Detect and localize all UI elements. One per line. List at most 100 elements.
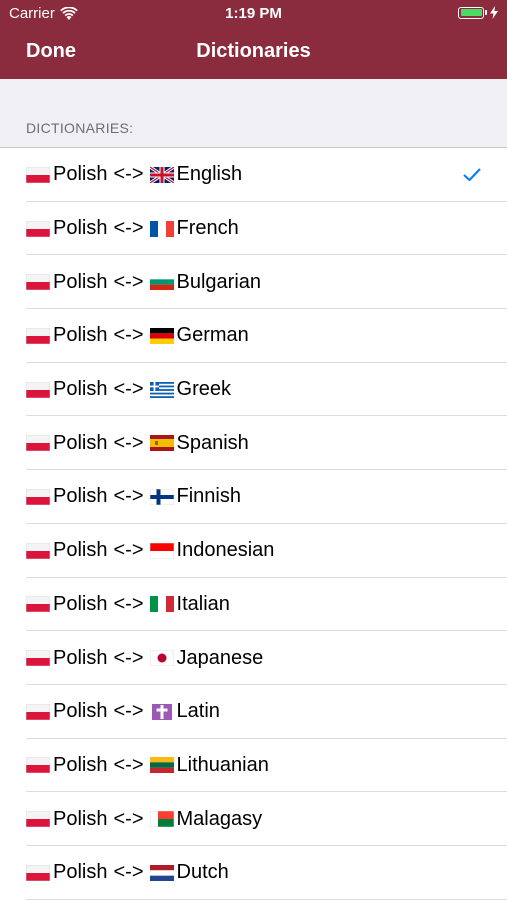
france-flag-icon [149, 220, 174, 237]
source-language-label: Polish [53, 485, 108, 508]
target-language-label: Indonesian [176, 539, 275, 562]
source-language-label: Polish [53, 539, 108, 562]
target-language-label: Bulgarian [176, 270, 262, 293]
target-language-label: Spanish [176, 431, 249, 454]
pair-separator: <-> [113, 539, 144, 562]
pair-separator: <-> [113, 646, 144, 669]
italy-flag-icon [149, 596, 174, 613]
battery-indicator [458, 6, 498, 19]
pair-separator: <-> [113, 700, 144, 723]
lithuania-flag-icon [149, 757, 174, 774]
poland-flag-icon [26, 220, 50, 237]
poland-flag-icon [26, 864, 50, 881]
dictionary-row[interactable]: Polish <-> Greek [0, 363, 507, 417]
dictionary-pair: Polish <-> Italian [26, 593, 230, 616]
poland-flag-icon [26, 811, 50, 828]
dictionary-row[interactable]: Polish <-> Bulgarian [0, 255, 507, 309]
section-header: DICTIONARIES: [26, 120, 134, 136]
spain-flag-icon [149, 435, 174, 452]
source-language-label: Polish [53, 431, 108, 454]
germany-flag-icon [149, 327, 174, 344]
netherlands-flag-icon [149, 864, 174, 881]
target-language-label: French [176, 217, 239, 240]
target-language-label: Lithuanian [176, 753, 269, 776]
poland-flag-icon [26, 757, 50, 774]
source-language-label: Polish [53, 646, 108, 669]
dictionary-row[interactable]: Polish <-> Lithuanian [0, 739, 507, 793]
pair-separator: <-> [113, 431, 144, 454]
poland-flag-icon [26, 274, 50, 291]
source-language-label: Polish [53, 324, 108, 347]
dictionary-row[interactable]: Polish <-> English [0, 148, 507, 202]
poland-flag-icon [26, 650, 50, 667]
target-language-label: Finnish [176, 485, 241, 508]
target-language-label: English [176, 163, 243, 186]
source-language-label: Polish [53, 700, 108, 723]
target-language-label: Greek [176, 378, 231, 401]
target-language-label: Japanese [176, 646, 264, 669]
pair-separator: <-> [113, 270, 144, 293]
dictionary-pair: Polish <-> French [26, 217, 239, 240]
pair-separator: <-> [113, 485, 144, 508]
dictionary-pair: Polish <-> Bulgarian [26, 271, 261, 294]
poland-flag-icon [26, 488, 50, 505]
dictionary-row[interactable]: Polish <-> Malagasy [0, 792, 507, 846]
pair-separator: <-> [113, 861, 144, 884]
dictionary-list: Polish <-> English Polish <-> French Polish <->… [0, 147, 507, 900]
checkmark-icon [463, 168, 481, 181]
status-bar: Carrier 1:19 PM [0, 0, 507, 28]
dictionary-row[interactable]: Polish <-> French [0, 202, 507, 256]
source-language-label: Polish [53, 217, 108, 240]
target-language-label: Italian [176, 592, 230, 615]
source-language-label: Polish [53, 861, 108, 884]
dictionary-row[interactable]: Polish <-> Dutch [0, 846, 507, 900]
target-language-label: Malagasy [176, 807, 263, 830]
dictionary-pair: Polish <-> Lithuanian [26, 754, 269, 777]
dictionary-row[interactable]: Polish <-> Japanese [0, 631, 507, 685]
dictionary-row[interactable]: Polish <-> Italian [0, 578, 507, 632]
source-language-label: Polish [53, 753, 108, 776]
target-language-label: German [176, 324, 249, 347]
dictionary-pair: Polish <-> Japanese [26, 647, 263, 670]
dictionary-row[interactable]: Polish <-> German [0, 309, 507, 363]
poland-flag-icon [26, 542, 50, 559]
pair-separator: <-> [113, 163, 144, 186]
pair-separator: <-> [113, 378, 144, 401]
poland-flag-icon [26, 381, 50, 398]
dictionary-pair: Polish <-> Greek [26, 378, 231, 401]
bulgaria-flag-icon [149, 274, 174, 291]
battery-cap [485, 10, 487, 15]
pair-separator: <-> [113, 753, 144, 776]
target-language-label: Dutch [176, 861, 229, 884]
clock: 1:19 PM [225, 5, 282, 22]
dictionary-row[interactable]: Polish <-> Finnish [0, 470, 507, 524]
poland-flag-icon [26, 166, 50, 183]
uk-flag-icon [149, 166, 174, 183]
pair-separator: <-> [113, 217, 144, 240]
latin-cross-icon [150, 703, 174, 720]
finland-flag-icon [149, 488, 174, 505]
navigation-bar: Carrier 1:19 PM Done Dictionaries [0, 0, 507, 79]
dictionary-row[interactable]: Polish <-> Latin [0, 685, 507, 739]
source-language-label: Polish [53, 592, 108, 615]
dictionary-pair: Polish <-> German [26, 324, 249, 347]
page-title: Dictionaries [196, 40, 311, 62]
greece-flag-icon [149, 381, 174, 398]
dictionary-pair: Polish <-> Spanish [26, 432, 249, 455]
source-language-label: Polish [53, 163, 108, 186]
indonesia-flag-icon [149, 542, 174, 559]
dictionary-row[interactable]: Polish <-> Spanish [0, 416, 507, 470]
dictionary-pair: Polish <-> Indonesian [26, 539, 274, 562]
dictionary-pair: Polish <-> Malagasy [26, 808, 262, 831]
pair-separator: <-> [113, 324, 144, 347]
source-language-label: Polish [53, 378, 108, 401]
dictionary-pair: Polish <-> English [26, 163, 242, 186]
source-language-label: Polish [53, 807, 108, 830]
target-language-label: Latin [176, 700, 220, 723]
japan-flag-icon [149, 650, 174, 667]
dictionary-row[interactable]: Polish <-> Indonesian [0, 524, 507, 578]
poland-flag-icon [26, 327, 50, 344]
poland-flag-icon [26, 703, 50, 720]
dictionary-pair: Polish <-> Dutch [26, 861, 229, 884]
pair-separator: <-> [113, 807, 144, 830]
